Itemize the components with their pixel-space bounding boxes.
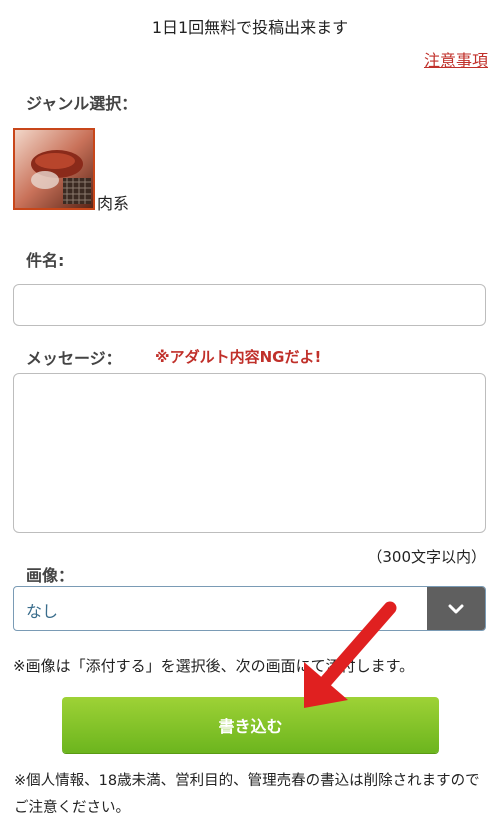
image-attach-note: ※画像は「添付する」を選択後、次の画面にて添付します。 <box>13 657 415 675</box>
chevron-down-icon[interactable] <box>427 587 485 630</box>
free-posting-note: 1日1回無料で投稿出来ます <box>151 18 349 37</box>
caution-link[interactable]: 注意事項 <box>424 47 488 71</box>
message-textarea[interactable] <box>13 373 486 533</box>
adult-content-warning: ※アダルト内容NGだよ! <box>155 348 322 366</box>
meat-photo-icon <box>13 128 95 210</box>
genre-option-meat[interactable]: 肉系 <box>13 128 143 216</box>
image-attach-select[interactable]: なし <box>13 586 486 631</box>
image-select-value: なし <box>26 602 59 621</box>
char-limit-note: （300文字以内） <box>367 548 486 566</box>
image-label: 画像： <box>26 566 75 585</box>
genre-option-label: 肉系 <box>97 194 130 213</box>
subject-label: 件名: <box>26 251 65 270</box>
subject-input[interactable] <box>13 284 486 326</box>
message-label: メッセージ： <box>26 349 122 368</box>
submit-button[interactable]: 書き込む <box>62 697 439 753</box>
genre-label: ジャンル選択： <box>26 94 138 113</box>
post-form-page: 1日1回無料で投稿出来ます 注意事項 ジャンル選択： 肉系 件名: メッセージ：… <box>0 0 500 830</box>
privacy-warning: ※個人情報、18歳未満、営利目的、管理売春の書込は削除されますのでご注意ください… <box>14 773 480 816</box>
